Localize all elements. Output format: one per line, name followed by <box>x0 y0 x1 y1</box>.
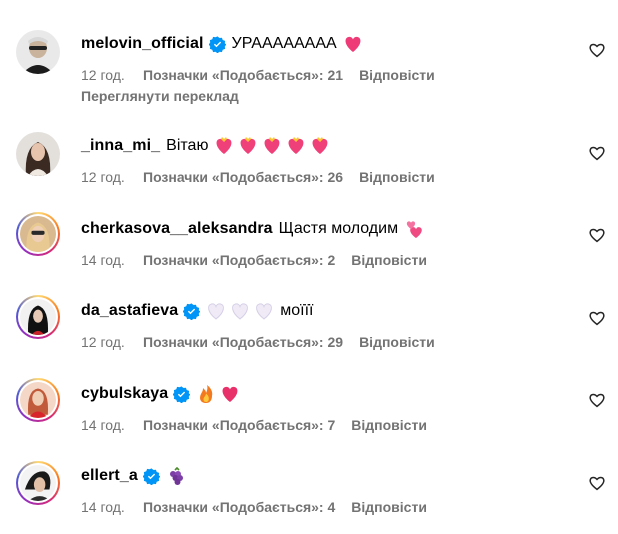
verified-badge-icon <box>183 302 201 320</box>
heart-outline-icon[interactable] <box>588 309 606 327</box>
red-heart-emoji-icon <box>220 384 240 404</box>
comment-username[interactable]: melovin_official <box>81 34 204 54</box>
see-translation-link[interactable]: Переглянути переклад <box>81 87 239 105</box>
avatar[interactable] <box>16 132 60 176</box>
white-heart-emoji-icon <box>206 301 226 321</box>
reply-button[interactable]: Відповісти <box>351 416 427 434</box>
emoji-group <box>404 219 428 239</box>
heart-outline-icon[interactable] <box>588 144 606 162</box>
heart-with-ribbon-emoji-icon <box>238 136 258 156</box>
avatar[interactable] <box>16 212 60 256</box>
verified-badge-icon <box>142 467 160 485</box>
emoji-group <box>343 34 367 54</box>
comment-timestamp: 14 год. <box>81 499 125 515</box>
comment-timestamp: 12 год. <box>81 334 125 350</box>
heart-outline-icon[interactable] <box>588 226 606 244</box>
comment-username[interactable]: cherkasova__aleksandra <box>81 219 273 239</box>
avatar[interactable] <box>16 378 60 422</box>
comment-timestamp: 14 год. <box>81 252 125 268</box>
emoji-group <box>166 466 190 486</box>
likes-count-link[interactable]: Позначки «Подобається»: 2 <box>143 251 335 269</box>
avatar[interactable] <box>16 461 60 505</box>
comment-username[interactable]: _inna_mi_ <box>81 136 160 156</box>
verified-badge-icon <box>208 35 226 53</box>
heart-outline-icon[interactable] <box>588 474 606 492</box>
comment-username[interactable]: ellert_a <box>81 466 138 486</box>
heart-with-ribbon-emoji-icon <box>214 136 234 156</box>
comment-timestamp: 14 год. <box>81 417 125 433</box>
heart-outline-icon[interactable] <box>588 391 606 409</box>
likes-count-link[interactable]: Позначки «Подобається»: 29 <box>143 333 343 351</box>
avatar[interactable] <box>16 295 60 339</box>
likes-count-link[interactable]: Позначки «Подобається»: 21 <box>143 66 343 84</box>
emoji-group <box>196 384 244 404</box>
reply-button[interactable]: Відповісти <box>351 251 427 269</box>
reply-button[interactable]: Відповісти <box>359 333 435 351</box>
likes-count-link[interactable]: Позначки «Подобається»: 4 <box>143 498 335 516</box>
verified-badge-icon <box>173 385 191 403</box>
likes-count-link[interactable]: Позначки «Подобається»: 26 <box>143 168 343 186</box>
comment-text: Вітаю <box>166 137 209 154</box>
heart-with-ribbon-emoji-icon <box>286 136 306 156</box>
avatar[interactable] <box>16 30 60 74</box>
comment-text: Щастя молодим <box>278 220 399 237</box>
heart-with-ribbon-emoji-icon <box>310 136 330 156</box>
comment-text: УРАААААААА <box>231 35 337 52</box>
heart-outline-icon[interactable] <box>588 41 606 59</box>
fire-emoji-icon <box>196 384 216 404</box>
reply-button[interactable]: Відповісти <box>359 66 435 84</box>
two-hearts-emoji-icon <box>404 219 424 239</box>
comment-username[interactable]: cybulskaya <box>81 384 168 404</box>
comment-text: моїїї <box>280 302 314 319</box>
likes-count-link[interactable]: Позначки «Подобається»: 7 <box>143 416 335 434</box>
heart-with-ribbon-emoji-icon <box>262 136 282 156</box>
comment-timestamp: 12 год. <box>81 67 125 83</box>
comment-timestamp: 12 год. <box>81 169 125 185</box>
emoji-group <box>214 136 334 156</box>
comment-username[interactable]: da_astafieva <box>81 301 178 321</box>
grapes-emoji-icon <box>166 466 186 486</box>
white-heart-emoji-icon <box>230 301 250 321</box>
pink-heart-emoji-icon <box>343 34 363 54</box>
reply-button[interactable]: Відповісти <box>351 498 427 516</box>
white-heart-emoji-icon <box>254 301 274 321</box>
emoji-group <box>206 301 278 321</box>
reply-button[interactable]: Відповісти <box>359 168 435 186</box>
